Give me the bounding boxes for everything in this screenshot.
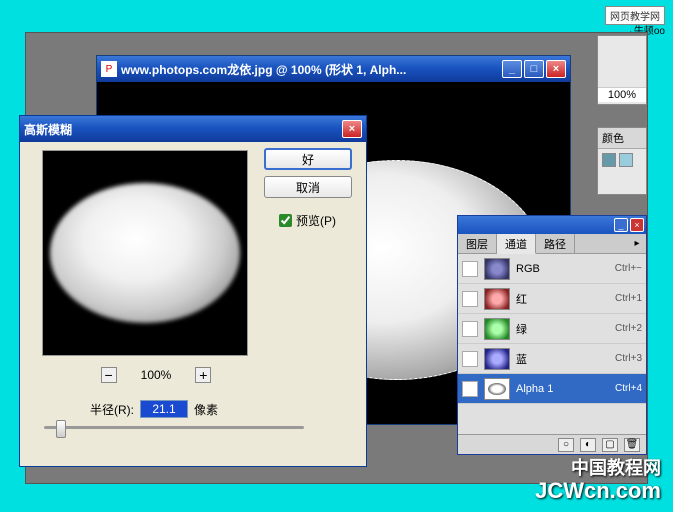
preview-checkbox-label[interactable]: 预览(P) [279,212,336,229]
channel-shortcut: Ctrl+2 [615,323,642,334]
channel-thumb [484,318,510,340]
document-icon: P [101,61,117,77]
watermark-brand: JCWcn.com [535,478,661,504]
document-title: www.photops.com龙依.jpg @ 100% (形状 1, Alph… [121,61,502,78]
preview-box[interactable] [42,150,248,356]
channels-panel: _ × 图层 通道 路径 RGB Ctrl+~ 红 Ctrl+1 绿 Ctrl+2 蓝 Ctr… [457,215,647,455]
navigator-panel[interactable]: 100% [597,35,647,105]
slider-thumb[interactable] [56,420,66,438]
load-selection-icon[interactable]: ○ [558,438,574,452]
channel-shortcut: Ctrl+~ [615,263,642,274]
ok-button[interactable]: 好 [264,148,352,170]
gaussian-blur-dialog: 高斯模糊 × 好 取消 预览(P) − 100% + 半径(R): 像素 [19,115,367,467]
panel-titlebar[interactable]: _ × [458,216,646,234]
eye-icon [464,382,477,396]
cancel-button[interactable]: 取消 [264,176,352,198]
radius-input[interactable] [140,400,188,418]
visibility-toggle[interactable] [462,261,478,277]
navigator-zoom: 100% [598,87,646,102]
color-swatch[interactable] [619,153,633,167]
channel-thumb [484,288,510,310]
tab-channels[interactable]: 通道 [497,234,536,254]
minimize-button[interactable]: _ [502,60,522,78]
radius-label: 半径(R): [90,401,134,418]
channel-shortcut: Ctrl+1 [615,293,642,304]
panel-menu-button[interactable] [628,234,646,253]
preview-text: 预览(P) [296,212,336,229]
preview-checkbox[interactable] [279,214,292,227]
tab-layers[interactable]: 图层 [458,234,497,253]
save-selection-icon[interactable]: ◐ [580,438,596,452]
visibility-toggle[interactable] [462,321,478,337]
channel-thumb [484,258,510,280]
color-tab[interactable]: 颜色 [598,128,646,149]
channel-row-rgb[interactable]: RGB Ctrl+~ [458,254,646,284]
delete-channel-icon[interactable]: 🗑 [624,438,640,452]
channel-name: 蓝 [516,351,609,367]
document-titlebar[interactable]: P www.photops.com龙依.jpg @ 100% (形状 1, Al… [97,56,570,82]
channel-name: 红 [516,291,609,307]
watermark-bottom: 中国教程网 [571,454,661,480]
channel-name: 绿 [516,321,609,337]
channel-row-alpha-1[interactable]: Alpha 1 Ctrl+4 [458,374,646,404]
channel-shortcut: Ctrl+4 [615,383,642,394]
new-channel-icon[interactable]: ▢ [602,438,618,452]
channel-row-红[interactable]: 红 Ctrl+1 [458,284,646,314]
visibility-toggle[interactable] [462,291,478,307]
channel-row-蓝[interactable]: 蓝 Ctrl+3 [458,344,646,374]
radius-unit: 像素 [194,401,218,418]
zoom-in-button[interactable]: + [195,367,211,383]
channel-thumb [484,378,510,400]
dialog-close-button[interactable]: × [342,120,362,138]
dialog-title: 高斯模糊 [24,121,342,138]
preview-ellipse [50,183,240,323]
visibility-toggle[interactable] [462,351,478,367]
tab-paths[interactable]: 路径 [536,234,575,253]
channel-row-绿[interactable]: 绿 Ctrl+2 [458,314,646,344]
color-swatch[interactable] [602,153,616,167]
zoom-out-button[interactable]: − [101,367,117,383]
channel-name: RGB [516,263,609,275]
color-panel[interactable]: 颜色 [597,127,647,195]
dialog-titlebar[interactable]: 高斯模糊 × [20,116,366,142]
zoom-value: 100% [141,368,172,382]
maximize-button[interactable]: □ [524,60,544,78]
channel-name: Alpha 1 [516,383,609,395]
channel-thumb [484,348,510,370]
panel-close-button[interactable]: × [630,218,644,232]
close-button[interactable]: × [546,60,566,78]
radius-slider[interactable] [44,426,304,429]
panel-minimize-button[interactable]: _ [614,218,628,232]
visibility-toggle[interactable] [462,381,478,397]
channel-shortcut: Ctrl+3 [615,353,642,364]
